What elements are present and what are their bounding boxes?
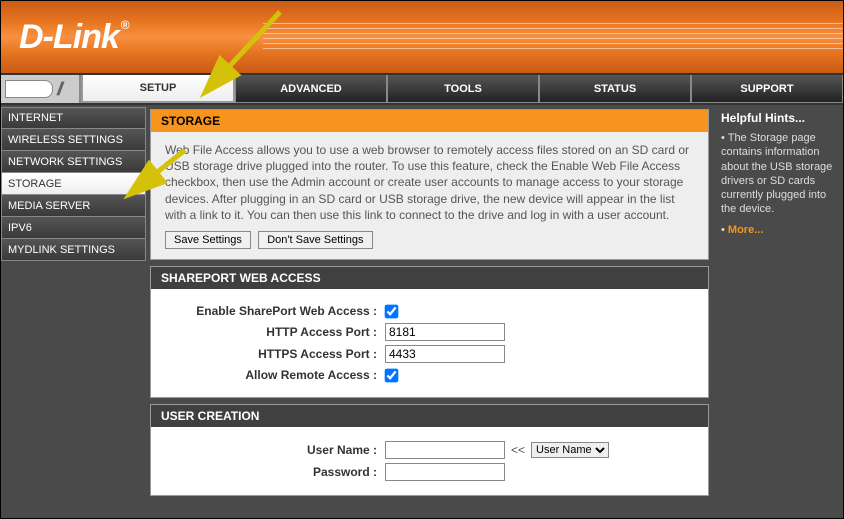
user-creation-panel: USER CREATION User Name : << User Name P… bbox=[150, 404, 709, 496]
enable-shareport-checkbox[interactable] bbox=[385, 304, 399, 318]
username-label: User Name : bbox=[165, 442, 385, 458]
sidebar-item-internet[interactable]: INTERNET bbox=[1, 107, 146, 129]
allow-remote-checkbox[interactable] bbox=[385, 368, 399, 382]
tab-support[interactable]: SUPPORT bbox=[691, 75, 843, 103]
allow-remote-label: Allow Remote Access : bbox=[165, 367, 385, 383]
tab-advanced[interactable]: ADVANCED bbox=[235, 75, 387, 103]
save-settings-button[interactable]: Save Settings bbox=[165, 231, 251, 249]
sidebar-item-media-server[interactable]: MEDIA SERVER bbox=[1, 195, 146, 217]
brand-text: D-Link bbox=[19, 18, 119, 56]
sidebar-item-storage[interactable]: STORAGE bbox=[1, 173, 146, 195]
enable-shareport-label: Enable SharePort Web Access : bbox=[165, 303, 385, 319]
storage-panel-title: STORAGE bbox=[151, 110, 708, 132]
username-input[interactable] bbox=[385, 441, 505, 459]
user-creation-title: USER CREATION bbox=[151, 405, 708, 427]
tab-status[interactable]: STATUS bbox=[539, 75, 691, 103]
registered-icon: ® bbox=[121, 18, 129, 32]
http-port-label: HTTP Access Port : bbox=[165, 324, 385, 340]
sidebar-item-ipv6[interactable]: IPV6 bbox=[1, 217, 146, 239]
nav-slashes-icon: // bbox=[57, 79, 59, 100]
header: D-Link® bbox=[1, 1, 843, 75]
tab-setup[interactable]: SETUP bbox=[81, 75, 235, 103]
hints-column: Helpful Hints... • The Storage page cont… bbox=[713, 105, 843, 518]
http-port-input[interactable] bbox=[385, 323, 505, 341]
header-decor-stripes bbox=[263, 19, 843, 57]
tab-tools[interactable]: TOOLS bbox=[387, 75, 539, 103]
shareport-panel-title: SHAREPORT WEB ACCESS bbox=[151, 267, 708, 289]
sidebar-item-mydlink-settings[interactable]: MYDLINK SETTINGS bbox=[1, 239, 146, 261]
hints-title: Helpful Hints... bbox=[721, 111, 835, 125]
storage-description: Web File Access allows you to use a web … bbox=[165, 142, 694, 223]
hints-more-link[interactable]: More... bbox=[728, 224, 763, 236]
content-area: STORAGE Web File Access allows you to us… bbox=[146, 105, 713, 518]
sidebar-item-network-settings[interactable]: NETWORK SETTINGS bbox=[1, 151, 146, 173]
https-port-label: HTTPS Access Port : bbox=[165, 346, 385, 362]
main-area: INTERNET WIRELESS SETTINGS NETWORK SETTI… bbox=[1, 105, 843, 518]
dont-save-settings-button[interactable]: Don't Save Settings bbox=[258, 231, 372, 249]
hints-text-span: The Storage page contains information ab… bbox=[721, 132, 832, 215]
shareport-panel: SHAREPORT WEB ACCESS Enable SharePort We… bbox=[150, 266, 709, 398]
user-load-arrow-icon: << bbox=[511, 442, 525, 458]
https-port-input[interactable] bbox=[385, 345, 505, 363]
sidebar-item-wireless-settings[interactable]: WIRELESS SETTINGS bbox=[1, 129, 146, 151]
nav-chip bbox=[5, 80, 53, 98]
storage-panel-body: Web File Access allows you to use a web … bbox=[151, 132, 708, 259]
top-nav-spacer: // bbox=[1, 75, 81, 103]
sidebar: INTERNET WIRELESS SETTINGS NETWORK SETTI… bbox=[1, 105, 146, 518]
top-nav: // SETUP ADVANCED TOOLS STATUS SUPPORT bbox=[1, 75, 843, 105]
password-input[interactable] bbox=[385, 463, 505, 481]
password-label: Password : bbox=[165, 464, 385, 480]
brand-logo: D-Link® bbox=[19, 18, 129, 57]
storage-panel: STORAGE Web File Access allows you to us… bbox=[150, 109, 709, 260]
hints-text: • The Storage page contains information … bbox=[721, 131, 835, 217]
username-select[interactable]: User Name bbox=[531, 442, 609, 458]
